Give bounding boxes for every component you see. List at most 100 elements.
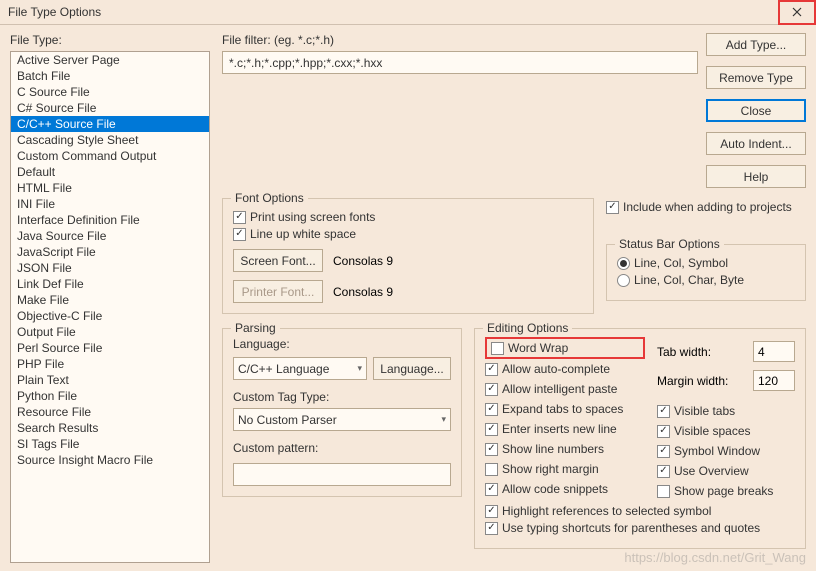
language-label: Language: [233, 337, 451, 351]
print-screen-fonts-checkbox[interactable] [233, 211, 246, 224]
editing-legend: Editing Options [483, 321, 572, 335]
custom-pattern-input[interactable] [233, 463, 451, 486]
lineup-whitespace-label: Line up white space [250, 227, 356, 241]
chevron-down-icon: ▾ [357, 363, 362, 374]
right-margin-label: Show right margin [502, 462, 599, 476]
list-item[interactable]: Perl Source File [11, 340, 209, 356]
list-item[interactable]: C Source File [11, 84, 209, 100]
visible-tabs-checkbox[interactable] [657, 405, 670, 418]
list-item[interactable]: JSON File [11, 260, 209, 276]
list-item[interactable]: C/C++ Source File [11, 116, 209, 132]
list-item[interactable]: PHP File [11, 356, 209, 372]
list-item[interactable]: Cascading Style Sheet [11, 132, 209, 148]
font-options-legend: Font Options [231, 191, 308, 205]
list-item[interactable]: C# Source File [11, 100, 209, 116]
intelligent-paste-checkbox[interactable] [485, 383, 498, 396]
list-item[interactable]: Search Results [11, 420, 209, 436]
file-type-listbox[interactable]: Active Server PageBatch FileC Source Fil… [10, 51, 210, 563]
lineup-whitespace-checkbox[interactable] [233, 228, 246, 241]
tab-width-input[interactable]: 4 [753, 341, 795, 362]
status-bar-legend: Status Bar Options [615, 237, 724, 251]
margin-width-input[interactable]: 120 [753, 370, 795, 391]
language-button[interactable]: Language... [373, 357, 451, 380]
list-item[interactable]: JavaScript File [11, 244, 209, 260]
print-screen-fonts-label: Print using screen fonts [250, 210, 375, 224]
page-breaks-checkbox[interactable] [657, 485, 670, 498]
symbol-window-checkbox[interactable] [657, 445, 670, 458]
list-item[interactable]: HTML File [11, 180, 209, 196]
enter-newline-label: Enter inserts new line [502, 422, 617, 436]
word-wrap-label: Word Wrap [508, 341, 568, 355]
list-item[interactable]: Custom Command Output [11, 148, 209, 164]
include-projects-label: Include when adding to projects [623, 200, 792, 214]
help-button[interactable]: Help [706, 165, 806, 188]
use-overview-checkbox[interactable] [657, 465, 670, 478]
status-opt1-label: Line, Col, Symbol [634, 256, 728, 270]
intelligent-paste-label: Allow intelligent paste [502, 382, 617, 396]
list-item[interactable]: INI File [11, 196, 209, 212]
list-item[interactable]: Java Source File [11, 228, 209, 244]
list-item[interactable]: Source Insight Macro File [11, 452, 209, 468]
list-item[interactable]: Resource File [11, 404, 209, 420]
auto-indent-button[interactable]: Auto Indent... [706, 132, 806, 155]
typing-shortcuts-checkbox[interactable] [485, 522, 498, 535]
parsing-group: Parsing Language: C/C++ Language▾ Langua… [222, 328, 462, 497]
remove-type-button[interactable]: Remove Type [706, 66, 806, 89]
status-opt2-radio[interactable] [617, 274, 630, 287]
chevron-down-icon: ▾ [441, 414, 446, 425]
auto-complete-checkbox[interactable] [485, 363, 498, 376]
list-item[interactable]: Batch File [11, 68, 209, 84]
close-button[interactable]: Close [706, 99, 806, 122]
printer-font-value: Consolas 9 [333, 285, 393, 299]
enter-newline-checkbox[interactable] [485, 423, 498, 436]
window-title: File Type Options [8, 5, 778, 19]
tag-type-label: Custom Tag Type: [233, 390, 451, 404]
line-numbers-checkbox[interactable] [485, 443, 498, 456]
visible-tabs-label: Visible tabs [674, 404, 735, 418]
file-type-label: File Type: [10, 33, 210, 47]
list-item[interactable]: Python File [11, 388, 209, 404]
titlebar: File Type Options [0, 0, 816, 25]
use-overview-label: Use Overview [674, 464, 749, 478]
add-type-button[interactable]: Add Type... [706, 33, 806, 56]
list-item[interactable]: Make File [11, 292, 209, 308]
parsing-legend: Parsing [231, 321, 280, 335]
tab-width-label: Tab width: [657, 345, 711, 359]
file-filter-input[interactable] [222, 51, 698, 74]
word-wrap-checkbox[interactable] [491, 342, 504, 355]
status-opt1-radio[interactable] [617, 257, 630, 270]
margin-width-label: Margin width: [657, 374, 728, 388]
status-opt2-label: Line, Col, Char, Byte [634, 273, 744, 287]
page-breaks-label: Show page breaks [674, 484, 773, 498]
typing-shortcuts-label: Use typing shortcuts for parentheses and… [502, 521, 760, 535]
list-item[interactable]: Interface Definition File [11, 212, 209, 228]
highlight-refs-checkbox[interactable] [485, 505, 498, 518]
printer-font-button[interactable]: Printer Font... [233, 280, 323, 303]
font-options-group: Font Options Print using screen fonts Li… [222, 198, 594, 314]
expand-tabs-checkbox[interactable] [485, 403, 498, 416]
custom-pattern-label: Custom pattern: [233, 441, 451, 455]
list-item[interactable]: Output File [11, 324, 209, 340]
visible-spaces-checkbox[interactable] [657, 425, 670, 438]
list-item[interactable]: Active Server Page [11, 52, 209, 68]
screen-font-button[interactable]: Screen Font... [233, 249, 323, 272]
list-item[interactable]: Default [11, 164, 209, 180]
auto-complete-label: Allow auto-complete [502, 362, 610, 376]
expand-tabs-label: Expand tabs to spaces [502, 402, 623, 416]
list-item[interactable]: SI Tags File [11, 436, 209, 452]
line-numbers-label: Show line numbers [502, 442, 604, 456]
file-filter-label: File filter: (eg. *.c;*.h) [222, 33, 698, 47]
right-margin-checkbox[interactable] [485, 463, 498, 476]
code-snippets-checkbox[interactable] [485, 483, 498, 496]
close-icon[interactable] [778, 0, 816, 25]
screen-font-value: Consolas 9 [333, 254, 393, 268]
symbol-window-label: Symbol Window [674, 444, 760, 458]
list-item[interactable]: Link Def File [11, 276, 209, 292]
highlight-refs-label: Highlight references to selected symbol [502, 504, 711, 518]
list-item[interactable]: Plain Text [11, 372, 209, 388]
editing-options-group: Editing Options Word Wrap Allow auto-com… [474, 328, 806, 549]
include-projects-checkbox[interactable] [606, 201, 619, 214]
tag-type-select[interactable]: No Custom Parser▾ [233, 408, 451, 431]
language-select[interactable]: C/C++ Language▾ [233, 357, 367, 380]
list-item[interactable]: Objective-C File [11, 308, 209, 324]
